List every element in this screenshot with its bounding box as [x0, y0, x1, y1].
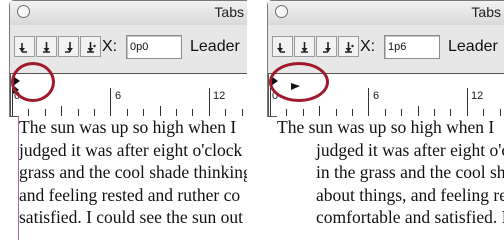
align-decimal-tab-button[interactable]	[80, 36, 101, 57]
ruler-tick	[500, 109, 501, 116]
ruler-tick	[45, 109, 46, 116]
align-decimal-tab-button[interactable]	[338, 36, 359, 57]
left-tab-icon	[277, 43, 285, 53]
left-justified-tab-button[interactable]	[272, 36, 293, 57]
text-frame: The sun was up so high when I judged it …	[19, 116, 247, 240]
right-justified-tab-button[interactable]	[58, 36, 79, 57]
ruler-tick	[368, 88, 369, 116]
right-tab-icon	[323, 42, 331, 53]
text-line: and feeling rested and ruther co	[19, 184, 241, 205]
text-line: grass and the cool shade thinking	[19, 162, 247, 183]
close-button[interactable]	[17, 5, 30, 18]
ruler-tick	[467, 88, 468, 116]
text-line: judged it was after eight o'clock	[19, 139, 243, 160]
ruler-tick	[160, 106, 161, 116]
close-button[interactable]	[275, 5, 288, 18]
ruler-tick	[450, 109, 451, 116]
ruler-tick	[192, 109, 193, 116]
ruler-tick	[225, 109, 226, 116]
ruler-tick	[176, 109, 177, 116]
ruler-number: 6	[373, 90, 380, 102]
text-line: comfortable and satisfied. I	[316, 207, 504, 228]
ruler-number: 12	[213, 90, 226, 102]
ruler-tick	[127, 109, 128, 116]
ruler-tick	[143, 109, 144, 116]
ruler-tick	[401, 109, 402, 116]
x-position-field[interactable]: 0p0	[126, 35, 182, 59]
ruler-tick	[209, 88, 210, 116]
text-line: judged it was after eight o'c	[316, 139, 504, 160]
ruler-tick	[110, 88, 111, 116]
text-line: about things, and feeling re	[316, 184, 504, 205]
ruler-tick	[303, 109, 304, 116]
tabs-window: Tabs X: 0p0 Leader 0 6 12	[9, 0, 247, 117]
ruler-tick	[61, 106, 62, 116]
ruler-tick	[286, 109, 287, 116]
ruler-number: 6	[115, 90, 122, 102]
ruler-tick	[434, 109, 435, 116]
x-position-label: X:	[360, 38, 376, 55]
highlight-circle	[269, 62, 329, 102]
text-line: The sun was up so high when I	[19, 117, 237, 137]
ruler-tick	[78, 109, 79, 116]
ruler-number: 12	[471, 90, 484, 102]
ruler-tick	[242, 109, 243, 116]
tabs-panel-after: Tabs X: 1p6 Leader 0 6 12 The sun was up…	[267, 0, 504, 240]
title-bar: Tabs	[10, 1, 247, 25]
right-justified-tab-button[interactable]	[316, 36, 337, 57]
ruler-tick	[418, 106, 419, 116]
ruler-tick	[319, 106, 320, 116]
center-justified-tab-button[interactable]	[294, 36, 315, 57]
window-title: Tabs	[471, 4, 501, 20]
center-tab-icon	[301, 42, 308, 53]
center-justified-tab-button[interactable]	[36, 36, 57, 57]
ruler-tick	[12, 88, 13, 116]
ruler-tick	[28, 109, 29, 116]
ruler-tick	[270, 88, 271, 116]
ruler-tick	[483, 109, 484, 116]
text-line: satisfied. I could see the sun out	[19, 207, 244, 228]
ruler-tick	[336, 109, 337, 116]
highlight-circle	[11, 62, 55, 102]
leader-label: Leader	[190, 38, 240, 55]
x-position-label: X:	[102, 38, 118, 55]
decimal-tab-icon	[87, 42, 96, 53]
center-tab-icon	[43, 42, 50, 53]
ruler-tick	[352, 109, 353, 116]
left-justified-tab-button[interactable]	[14, 36, 35, 57]
ruler-tick	[385, 109, 386, 116]
text-frame: The sun was up so high when I judged it …	[277, 116, 504, 240]
decimal-tab-icon	[345, 42, 354, 53]
text-line: The sun was up so high when I	[277, 117, 495, 137]
x-position-field[interactable]: 1p6	[384, 35, 440, 59]
leader-label: Leader	[448, 38, 498, 55]
left-tab-icon	[19, 43, 27, 53]
tabs-panel-before: Tabs X: 0p0 Leader 0 6 12 The sun was up…	[9, 0, 247, 240]
window-title: Tabs	[214, 4, 244, 20]
ruler-tick	[94, 109, 95, 116]
right-tab-icon	[65, 42, 73, 53]
title-bar: Tabs	[268, 1, 504, 25]
text-line: in the grass and the cool sh	[316, 162, 504, 183]
